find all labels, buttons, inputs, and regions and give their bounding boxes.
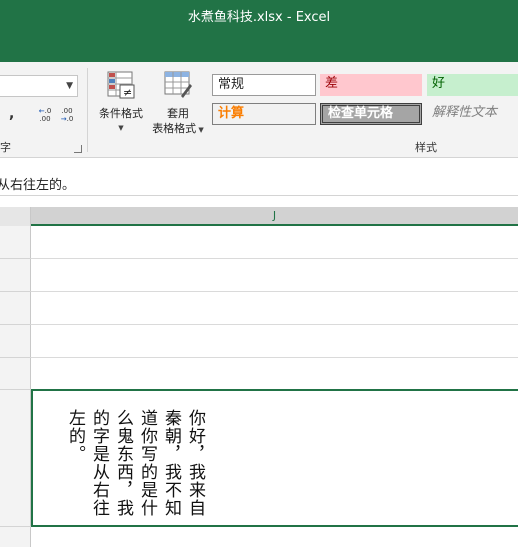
decimal-bottom-label: .00 bbox=[39, 115, 51, 123]
style-check-cell[interactable]: 检查单元格 bbox=[320, 103, 422, 125]
cell-vertical-text: 你好，我来自秦朝，我不知道你写的是什么鬼东西，我的字是从右往左的。 bbox=[65, 409, 205, 517]
row-divider bbox=[0, 357, 31, 358]
dialog-launcher-icon[interactable] bbox=[74, 145, 82, 153]
decimal-bottom-label: .0 bbox=[66, 115, 74, 123]
style-bad[interactable]: 差 bbox=[320, 74, 422, 96]
svg-text:≠: ≠ bbox=[123, 86, 132, 99]
format-as-table-button[interactable]: 套用 表格格式 ▼ bbox=[149, 70, 207, 138]
column-header-j[interactable]: J bbox=[31, 207, 518, 226]
number-group-label: 数字 bbox=[0, 141, 11, 154]
style-calculation[interactable]: 计算 bbox=[212, 103, 316, 125]
formula-bar-text: 从右往左的。 bbox=[0, 178, 76, 193]
format-as-table-text: 表格格式 bbox=[152, 122, 197, 135]
format-as-table-icon bbox=[164, 71, 192, 98]
conditional-formatting-button[interactable]: ≠ 条件格式 ▼ bbox=[94, 70, 148, 136]
column-header-row: J bbox=[0, 207, 518, 226]
formula-bar[interactable]: 从右往左的。 bbox=[0, 170, 518, 196]
decrease-decimal-button[interactable]: .00 →.0 bbox=[56, 107, 78, 129]
grid-line bbox=[31, 258, 518, 259]
conditional-formatting-icon: ≠ bbox=[107, 71, 135, 99]
title-bar: 水煮鱼科技.xlsx - Excel bbox=[0, 0, 518, 62]
grid-line bbox=[31, 357, 518, 358]
conditional-formatting-label: 条件格式 bbox=[99, 107, 143, 120]
format-as-table-label-2: 表格格式 ▼ bbox=[149, 121, 207, 138]
grid-line bbox=[31, 324, 518, 325]
row-divider bbox=[0, 324, 31, 325]
style-normal[interactable]: 常规 bbox=[212, 74, 316, 96]
style-explanatory[interactable]: 解释性文本 bbox=[427, 103, 518, 125]
row-header-corner bbox=[0, 207, 31, 226]
comma-style-button[interactable]: , bbox=[9, 106, 14, 122]
row-divider bbox=[0, 389, 31, 390]
grid-line bbox=[31, 291, 518, 292]
window-title: 水煮鱼科技.xlsx - Excel bbox=[187, 10, 331, 25]
chevron-down-icon: ▼ bbox=[118, 124, 124, 132]
decimal-top-label: .00 bbox=[61, 107, 73, 115]
row-divider bbox=[0, 258, 31, 259]
chevron-down-icon: ▼ bbox=[196, 126, 204, 134]
group-divider bbox=[87, 68, 88, 152]
ribbon: ▼ , ←.0 .00 .00 →.0 数字 ≠ 条件格式 ▼ bbox=[0, 62, 518, 158]
format-as-table-label-1: 套用 bbox=[167, 107, 189, 120]
row-divider bbox=[0, 291, 31, 292]
selected-cell-j[interactable]: 你好，我来自秦朝，我不知道你写的是什么鬼东西，我的字是从右往左的。 bbox=[31, 389, 518, 527]
styles-group-label: 样式 bbox=[415, 141, 437, 154]
chevron-down-icon: ▼ bbox=[66, 81, 73, 91]
row-divider bbox=[0, 526, 31, 527]
row-header-column bbox=[0, 226, 31, 547]
decimal-top-label: .0 bbox=[44, 107, 52, 115]
number-format-dropdown[interactable]: ▼ bbox=[0, 75, 78, 97]
style-good[interactable]: 好 bbox=[427, 74, 518, 96]
increase-decimal-button[interactable]: ←.0 .00 bbox=[34, 107, 56, 129]
